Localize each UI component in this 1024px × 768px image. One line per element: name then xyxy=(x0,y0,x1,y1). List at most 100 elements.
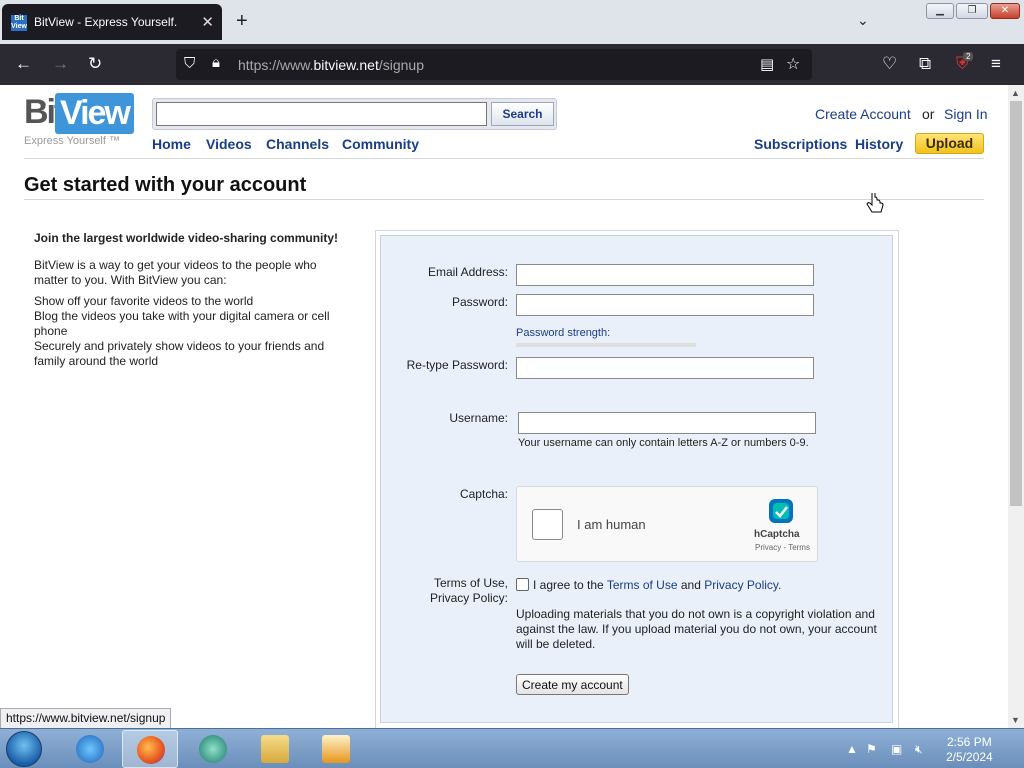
agree-terms-text: I agree to the Terms of Use and Privacy … xyxy=(533,578,781,592)
logo-tagline: Express Yourself ™ xyxy=(24,135,120,147)
terms-label-line1: Terms of Use, xyxy=(433,576,508,590)
history-link[interactable]: History xyxy=(855,136,903,152)
firefox-icon xyxy=(137,736,165,764)
app-menu-hamburger-icon[interactable]: ≡ xyxy=(991,54,1001,74)
search-input[interactable] xyxy=(156,102,487,126)
taskbar-firefox[interactable] xyxy=(122,730,178,768)
scroll-up-icon[interactable]: ▲ xyxy=(1011,88,1020,98)
terms-of-use-link[interactable]: Terms of Use xyxy=(607,578,678,592)
password-label: Password: xyxy=(451,295,508,309)
list-all-tabs-icon[interactable]: ⌄ xyxy=(857,12,869,29)
title-divider xyxy=(24,199,984,200)
upload-button[interactable]: Upload xyxy=(915,133,984,154)
captcha-brand: hCaptcha xyxy=(754,529,800,540)
clock-time: 2:56 PM xyxy=(947,735,992,749)
intro-paragraph: BitView is a way to get your videos to t… xyxy=(34,258,317,287)
taskbar-file-explorer[interactable] xyxy=(247,730,303,768)
folder-icon xyxy=(261,735,289,763)
privacy-policy-link[interactable]: Privacy Policy. xyxy=(704,578,781,592)
nav-community[interactable]: Community xyxy=(342,136,419,152)
subscriptions-link[interactable]: Subscriptions xyxy=(754,136,847,152)
agree-and: and xyxy=(680,578,701,592)
restore-window-button[interactable]: ❐ xyxy=(956,3,988,19)
start-button-windows-icon[interactable] xyxy=(6,731,42,767)
username-field[interactable] xyxy=(518,412,816,434)
agree-terms-checkbox[interactable] xyxy=(516,578,529,591)
scroll-down-icon[interactable]: ▼ xyxy=(1011,715,1020,725)
email-field[interactable] xyxy=(516,264,814,286)
network-icon[interactable]: ▣ xyxy=(891,742,902,756)
action-center-flag-icon[interactable]: ⚑ xyxy=(866,742,877,756)
retype-password-field[interactable] xyxy=(516,357,814,379)
create-account-link[interactable]: Create Account xyxy=(815,106,911,122)
password-field[interactable] xyxy=(516,294,814,316)
volume-muted-icon[interactable]: 🔇︎ xyxy=(915,742,923,757)
site-search: Search xyxy=(152,98,557,130)
url-text[interactable]: https://www.bitview.net/signup xyxy=(238,57,424,73)
browser-toolbar: ← → ↻ ⛉ 🔒︎ https://www.bitview.net/signu… xyxy=(0,44,1024,85)
retype-password-label: Re-type Password: xyxy=(406,358,508,372)
show-hidden-icons-icon[interactable]: ▲ xyxy=(846,742,858,756)
nav-videos[interactable]: Videos xyxy=(206,136,252,152)
taskbar-app[interactable] xyxy=(185,730,241,768)
intro-point: Blog the videos you take with your digit… xyxy=(34,309,330,338)
username-label: Username: xyxy=(449,411,508,425)
taskbar-internet-explorer[interactable] xyxy=(62,730,118,768)
or-text: or xyxy=(922,106,935,122)
tab-title: BitView - Express Yourself. xyxy=(34,15,178,29)
link-status-bar: https://www.bitview.net/signup xyxy=(0,708,172,729)
nav-home[interactable]: Home xyxy=(152,136,191,152)
windows-taskbar: ▲ ⚑ ▣ 🔇︎ 2:56 PM 2/5/2024 xyxy=(0,728,1024,768)
create-my-account-button[interactable]: Create my account xyxy=(516,674,629,695)
minimize-window-button[interactable]: ▁ xyxy=(926,3,954,19)
close-tab-icon[interactable]: ✕ xyxy=(201,13,214,31)
password-strength-bar xyxy=(516,343,696,347)
header-divider xyxy=(24,158,984,159)
password-strength-label: Password strength: xyxy=(516,327,611,339)
hcaptcha-widget: I am human hCaptcha Privacy - Terms xyxy=(516,486,818,562)
clock-date: 2/5/2024 xyxy=(946,750,993,764)
captcha-checkbox[interactable] xyxy=(532,509,563,540)
media-player-icon xyxy=(322,735,350,763)
back-icon[interactable]: ← xyxy=(15,54,32,74)
system-clock[interactable]: 2:56 PM 2/5/2024 xyxy=(946,735,993,765)
intro-heading: Join the largest worldwide video-sharing… xyxy=(34,231,339,245)
tab-strip: Bit View BitView - Express Yourself. ✕ + … xyxy=(0,0,1024,44)
intro-point: Securely and privately show videos to yo… xyxy=(34,339,325,368)
close-window-button[interactable]: ✕ xyxy=(990,3,1020,19)
url-bar[interactable]: ⛉ 🔒︎ https://www.bitview.net/signup ▤ ☆ xyxy=(176,49,812,80)
intro-section: Join the largest worldwide video-sharing… xyxy=(34,231,344,369)
forward-icon[interactable]: → xyxy=(52,54,69,74)
page-title: Get started with your account xyxy=(24,174,307,196)
bitview-favicon-icon: Bit View xyxy=(11,15,27,31)
pocket-icon[interactable]: ♡ xyxy=(882,54,897,74)
scrollbar-thumb[interactable] xyxy=(1010,101,1022,506)
hand-pointer-cursor-icon xyxy=(866,193,884,213)
captcha-label: Captcha: xyxy=(459,487,508,501)
app-icon xyxy=(199,735,227,763)
page-scrollbar[interactable]: ▲ ▼ xyxy=(1008,85,1024,728)
captcha-privacy-terms[interactable]: Privacy - Terms xyxy=(755,543,810,552)
reload-icon[interactable]: ↻ xyxy=(88,54,102,74)
browser-tab[interactable]: Bit View BitView - Express Yourself. ✕ xyxy=(2,4,222,40)
nav-channels[interactable]: Channels xyxy=(266,136,329,152)
logo-view-text: View xyxy=(55,93,134,134)
bookmark-star-icon[interactable]: ☆ xyxy=(786,54,800,74)
email-label: Email Address: xyxy=(427,265,508,279)
extensions-puzzle-icon[interactable]: ⧉ xyxy=(919,54,931,74)
intro-point: Show off your favorite videos to the wor… xyxy=(34,294,254,308)
reader-view-icon[interactable]: ▤ xyxy=(760,55,774,73)
username-hint: Your username can only contain letters A… xyxy=(518,437,809,449)
internet-explorer-icon xyxy=(76,735,104,763)
search-button[interactable]: Search xyxy=(491,102,554,126)
agree-prefix: I agree to the xyxy=(533,578,604,592)
page-viewport: Bit View Express Yourself ™ Search Home … xyxy=(0,85,1008,728)
lock-icon[interactable]: 🔒︎ xyxy=(212,54,220,71)
new-tab-icon[interactable]: + xyxy=(236,10,248,33)
hcaptcha-logo-icon xyxy=(769,499,793,523)
taskbar-media-player[interactable] xyxy=(308,730,364,768)
terms-label-line2: Privacy Policy: xyxy=(429,591,508,605)
sign-in-link[interactable]: Sign In xyxy=(944,106,988,122)
extension-badge: 2 xyxy=(963,52,974,61)
tracking-protection-shield-icon[interactable]: ⛉ xyxy=(184,55,195,72)
